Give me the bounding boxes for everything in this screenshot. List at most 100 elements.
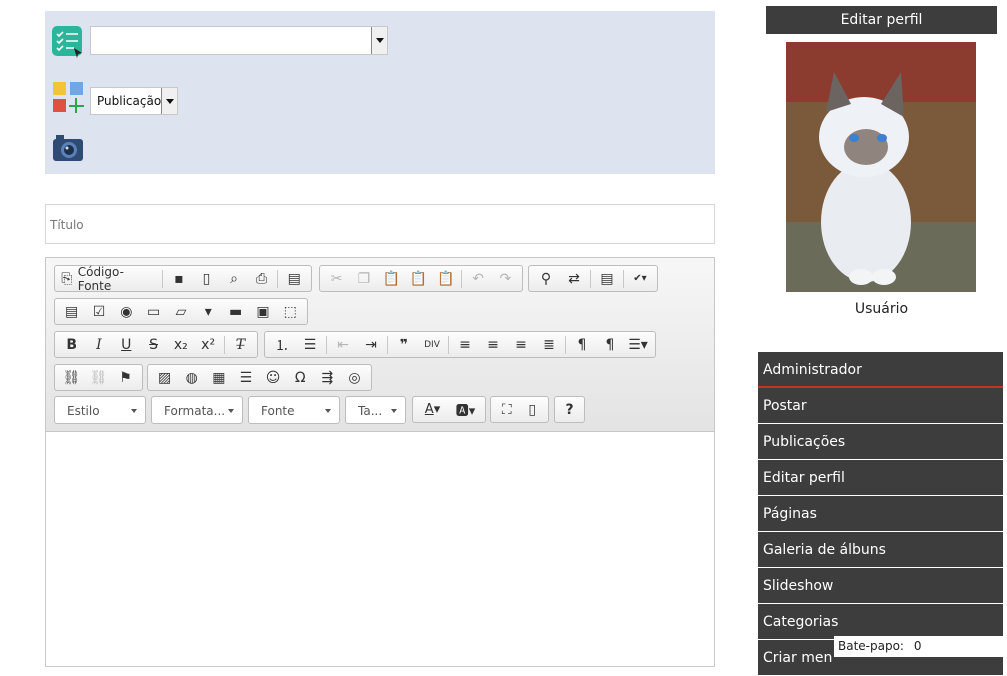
divider xyxy=(387,335,388,354)
show-blocks-icon[interactable]: ▯ xyxy=(520,397,546,422)
avatar[interactable] xyxy=(786,42,976,292)
maximize-icon[interactable]: ⛶ xyxy=(494,397,520,422)
size-combo[interactable]: Ta... xyxy=(345,396,406,424)
cut-icon[interactable]: ✂ xyxy=(323,266,350,291)
menu-item-publicacoes[interactable]: Publicações xyxy=(758,424,1003,460)
style-combo[interactable]: Estilo xyxy=(54,396,146,424)
save-icon[interactable]: ▪ xyxy=(165,266,193,291)
links-toolbar-group: ⛓ ⛓ ⚑ xyxy=(54,364,143,391)
font-combo[interactable]: Fonte xyxy=(248,396,340,424)
post-type-select[interactable]: Publicação xyxy=(90,87,178,115)
bulleted-list-icon[interactable]: ☰ xyxy=(296,332,324,357)
source-code-icon[interactable]: ⎘ xyxy=(58,266,76,291)
anchor-flag-icon[interactable]: ⚑ xyxy=(112,365,139,390)
link-icon[interactable]: ⛓ xyxy=(58,365,85,390)
help-toolbar-group: ? xyxy=(554,396,585,423)
horizontal-line-icon[interactable]: ☰ xyxy=(232,365,259,390)
divider xyxy=(565,335,566,354)
align-right-icon[interactable]: ≡ xyxy=(507,332,535,357)
divider xyxy=(461,269,463,288)
outdent-icon[interactable]: ⇤ xyxy=(329,332,357,357)
editor-toolbar: ⎘ Código-Fonte ▪ ▯ ⌕ ⎙ ▤ ✂ ❐ 📋 📋 📋 ↶ ↷ ⚲… xyxy=(46,258,714,432)
text-field-icon[interactable]: ▭ xyxy=(140,299,167,324)
justify-icon[interactable]: ≣ xyxy=(535,332,563,357)
title-input[interactable]: Título xyxy=(45,204,715,244)
page-break-icon[interactable]: ⇶ xyxy=(314,365,341,390)
superscript-icon[interactable]: x² xyxy=(194,332,221,357)
hidden-field-icon[interactable]: ⬚ xyxy=(277,299,304,324)
menu-item-editar-perfil[interactable]: Editar perfil xyxy=(758,460,1003,496)
smiley-icon[interactable]: ☺ xyxy=(260,365,287,390)
category-select[interactable] xyxy=(90,26,388,55)
textarea-icon[interactable]: ▱ xyxy=(167,299,194,324)
chevron-down-icon[interactable] xyxy=(161,88,177,114)
paste-icon[interactable]: 📋 xyxy=(378,266,405,291)
language-icon[interactable]: ☰▾ xyxy=(624,332,652,357)
text-color-icon[interactable]: A ▾ xyxy=(416,397,449,422)
radio-icon[interactable]: ◉ xyxy=(113,299,140,324)
align-left-icon[interactable]: ≡ xyxy=(451,332,479,357)
help-button[interactable]: ? xyxy=(558,397,581,422)
find-toolbar-group: ⚲ ⇄ ▤ ✔▾ xyxy=(528,265,658,292)
bold-icon[interactable]: B xyxy=(58,332,85,357)
divider xyxy=(590,269,591,288)
menu-item-postar[interactable]: Postar xyxy=(758,388,1003,424)
find-icon[interactable]: ⚲ xyxy=(532,266,560,291)
edit-profile-header[interactable]: Editar perfil xyxy=(766,6,997,34)
redo-icon[interactable]: ↷ xyxy=(492,266,519,291)
rtl-icon[interactable]: ¶ xyxy=(596,332,624,357)
new-page-icon[interactable]: ▯ xyxy=(193,266,221,291)
chat-bar[interactable]: Bate-papo: 0 xyxy=(834,636,1007,657)
background-color-icon[interactable]: 🅰▾ xyxy=(449,397,482,422)
checklist-icon[interactable] xyxy=(52,26,84,62)
button-field-icon[interactable]: ▬ xyxy=(222,299,249,324)
div-container-icon[interactable]: DIV xyxy=(418,332,446,357)
format-combo[interactable]: Formata... xyxy=(151,396,243,424)
copy-icon[interactable]: ❐ xyxy=(350,266,377,291)
image-icon[interactable]: ▨ xyxy=(151,365,178,390)
strikethrough-icon[interactable]: S xyxy=(140,332,167,357)
divider xyxy=(623,269,624,288)
flash-icon[interactable]: ◍ xyxy=(178,365,205,390)
subscript-icon[interactable]: x₂ xyxy=(167,332,194,357)
select-all-icon[interactable]: ▤ xyxy=(593,266,621,291)
menu-item-administrador[interactable]: Administrador xyxy=(758,352,1003,388)
iframe-globe-icon[interactable]: ◎ xyxy=(341,365,368,390)
add-widget-icon[interactable] xyxy=(52,81,86,119)
checkbox-icon[interactable]: ☑ xyxy=(85,299,112,324)
menu-item-paginas[interactable]: Páginas xyxy=(758,496,1003,532)
special-char-icon[interactable]: Ω xyxy=(287,365,314,390)
italic-icon[interactable]: I xyxy=(85,332,112,357)
form-icon[interactable]: ▤ xyxy=(58,299,85,324)
align-center-icon[interactable]: ≡ xyxy=(479,332,507,357)
table-icon[interactable]: ▦ xyxy=(205,365,232,390)
chevron-down-icon[interactable] xyxy=(371,27,387,54)
camera-icon[interactable] xyxy=(52,134,84,166)
indent-icon[interactable]: ⇥ xyxy=(357,332,385,357)
select-field-icon[interactable]: ▾ xyxy=(195,299,222,324)
title-placeholder: Título xyxy=(50,218,84,232)
blockquote-icon[interactable]: ❞ xyxy=(390,332,418,357)
ltr-icon[interactable]: ¶ xyxy=(568,332,596,357)
editor-content-area[interactable] xyxy=(46,433,714,666)
underline-icon[interactable]: U xyxy=(113,332,140,357)
menu-item-categorias[interactable]: Categorias xyxy=(758,604,1003,640)
menu-item-galeria[interactable]: Galeria de álbuns xyxy=(758,532,1003,568)
divider xyxy=(448,335,449,354)
divider xyxy=(326,335,327,354)
image-button-icon[interactable]: ▣ xyxy=(249,299,276,324)
spellcheck-icon[interactable]: ✔▾ xyxy=(626,266,654,291)
remove-format-icon[interactable]: T̶ xyxy=(227,332,254,357)
replace-icon[interactable]: ⇄ xyxy=(560,266,588,291)
paste-word-icon[interactable]: 📋 xyxy=(432,266,459,291)
preview-icon[interactable]: ⌕ xyxy=(220,266,248,291)
print-icon[interactable]: ⎙ xyxy=(248,266,276,291)
templates-icon[interactable]: ▤ xyxy=(280,266,308,291)
post-type-value: Publicação xyxy=(97,94,162,108)
paste-text-icon[interactable]: 📋 xyxy=(405,266,432,291)
menu-item-slideshow[interactable]: Slideshow xyxy=(758,568,1003,604)
undo-icon[interactable]: ↶ xyxy=(464,266,491,291)
source-code-button[interactable]: Código-Fonte xyxy=(78,265,156,293)
numbered-list-icon[interactable]: ⒈ xyxy=(268,332,296,357)
unlink-icon[interactable]: ⛓ xyxy=(85,365,112,390)
